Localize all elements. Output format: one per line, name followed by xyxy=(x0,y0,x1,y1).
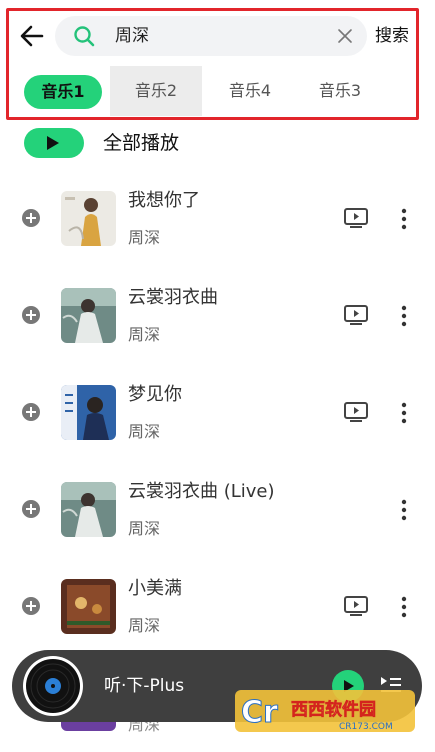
song-title: 云裳羽衣曲 (Live) xyxy=(128,481,275,502)
list-item[interactable]: 云裳羽衣曲 (Live) 周深 xyxy=(0,461,435,558)
vinyl-disc-icon xyxy=(23,656,83,716)
song-artist: 周深 xyxy=(128,228,161,247)
highlight-frame xyxy=(6,8,419,120)
album-cover xyxy=(61,385,116,440)
watermark-logo: Cr 西西软件园 CR173.COM xyxy=(235,690,415,732)
mv-icon[interactable] xyxy=(344,208,368,228)
more-icon[interactable] xyxy=(400,499,408,521)
more-icon[interactable] xyxy=(400,305,408,327)
song-artist: 周深 xyxy=(128,325,161,344)
song-title: 我想你了 xyxy=(128,190,200,211)
more-icon[interactable] xyxy=(400,208,408,230)
album-cover xyxy=(61,288,116,343)
song-title: 小美满 xyxy=(128,578,182,599)
svg-text:西西软件园: 西西软件园 xyxy=(291,699,376,720)
play-all-button[interactable] xyxy=(24,128,84,158)
song-artist: 周深 xyxy=(128,422,161,441)
svg-text:CR173.COM: CR173.COM xyxy=(339,722,393,732)
list-item[interactable]: 梦见你 周深 xyxy=(0,364,435,461)
add-icon[interactable] xyxy=(21,208,41,228)
list-item[interactable]: 云裳羽衣曲 周深 xyxy=(0,267,435,364)
add-icon[interactable] xyxy=(21,596,41,616)
mv-icon[interactable] xyxy=(344,596,368,616)
svg-text:Cr: Cr xyxy=(241,695,278,730)
album-cover xyxy=(61,579,116,634)
album-cover xyxy=(61,191,116,246)
more-icon[interactable] xyxy=(400,596,408,618)
song-artist: 周深 xyxy=(128,616,161,635)
play-all-label[interactable]: 全部播放 xyxy=(103,130,179,156)
list-item[interactable]: 小美满 周深 xyxy=(0,558,435,655)
song-title: 云裳羽衣曲 xyxy=(128,287,218,308)
list-item[interactable]: 我想你了 周深 xyxy=(0,170,435,267)
song-title: 梦见你 xyxy=(128,384,182,405)
add-icon[interactable] xyxy=(21,499,41,519)
song-artist: 周深 xyxy=(128,519,161,538)
more-icon[interactable] xyxy=(400,402,408,424)
play-icon xyxy=(47,136,59,150)
mv-icon[interactable] xyxy=(344,402,368,422)
now-playing-title: 听·下-Plus xyxy=(104,676,185,696)
add-icon[interactable] xyxy=(21,402,41,422)
add-icon[interactable] xyxy=(21,305,41,325)
mv-icon[interactable] xyxy=(344,305,368,325)
album-cover xyxy=(61,482,116,537)
